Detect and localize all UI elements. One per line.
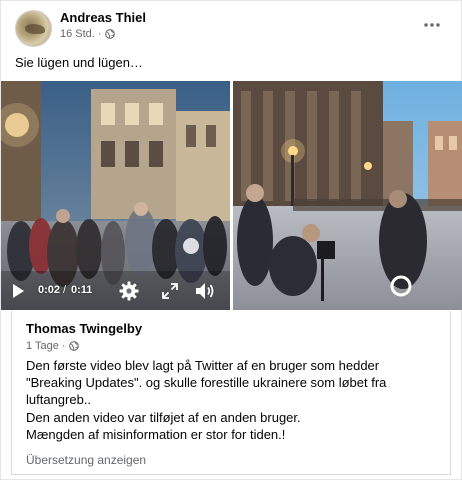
settings-button[interactable] <box>119 281 139 301</box>
video-time-total: 0:11 <box>71 284 93 296</box>
video-controls: 0:02 / 0:11 <box>1 271 230 310</box>
avatar-image <box>25 24 45 34</box>
video-time-current: 0:02 <box>38 284 61 296</box>
shared-post-line: "Breaking Updates". og skulle forestille… <box>26 375 387 391</box>
meta-separator: · <box>97 28 102 40</box>
fullscreen-icon <box>162 283 178 299</box>
shared-post-meta: 1 Tage · <box>26 340 79 352</box>
shared-post-author[interactable]: Thomas Twingelby <box>26 321 142 336</box>
fullscreen-button[interactable] <box>161 282 179 300</box>
play-button[interactable] <box>11 283 27 299</box>
shared-post-line: Den første video blev lagt på Twitter af… <box>26 358 380 373</box>
shared-post-line: Den anden video var tilføjet af en anden… <box>26 409 301 425</box>
volume-button[interactable] <box>194 281 216 301</box>
post-text: Sie lügen und lügen… <box>15 55 143 70</box>
more-options-button[interactable] <box>421 14 443 36</box>
post-time[interactable]: 16 Std. <box>60 28 95 40</box>
shared-post-line: luftangreb.. <box>26 392 92 408</box>
shared-post-time[interactable]: 1 Tage <box>26 340 59 352</box>
video-time-separator: / <box>63 284 67 296</box>
post-author-name[interactable]: Andreas Thiel <box>60 10 146 25</box>
globe-icon[interactable] <box>104 29 115 39</box>
post-card: Andreas Thiel 16 Std. · Sie lügen und lü… <box>0 0 462 480</box>
more-horizontal-icon <box>424 23 440 27</box>
see-translation-link[interactable]: Übersetzung anzeigen <box>26 453 146 467</box>
author-avatar[interactable] <box>15 10 52 47</box>
video-frame-street <box>233 81 462 310</box>
shared-post-body: Den første video blev lagt på Twitter af… <box>26 357 446 443</box>
volume-icon <box>196 283 214 299</box>
post-meta: 16 Std. · <box>60 28 115 40</box>
video-player-left[interactable]: 0:02 / 0:11 <box>1 81 230 310</box>
shared-post-line: Mængden af misinformation er stor for ti… <box>26 426 286 442</box>
play-icon <box>13 284 24 298</box>
globe-icon[interactable] <box>68 341 79 351</box>
video-player-right[interactable] <box>233 81 462 310</box>
shared-post-attachment[interactable]: Thomas Twingelby 1 Tage · Den første vid… <box>11 311 451 475</box>
gear-icon <box>119 281 139 301</box>
shared-meta-separator: · <box>61 340 66 352</box>
